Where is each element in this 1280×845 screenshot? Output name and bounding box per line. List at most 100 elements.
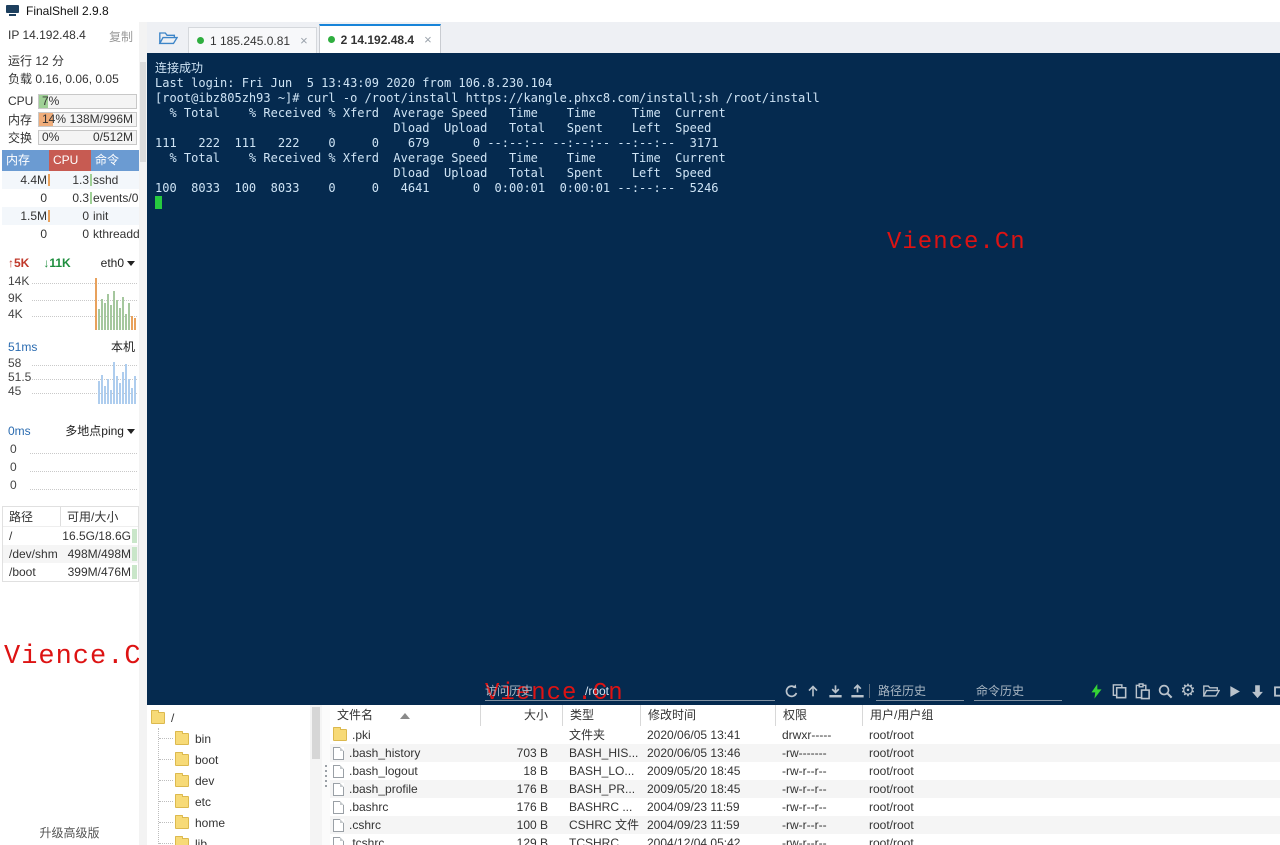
tree-node-bin[interactable]: bin — [159, 728, 310, 749]
file-permissions: -rw-r--r-- — [782, 836, 827, 845]
terminal-line: Dload Upload Total Spent Left Speed — [155, 166, 712, 180]
file-name-cell: .pki — [330, 726, 480, 744]
disk-row[interactable]: / 16.5G/18.6G — [3, 527, 138, 545]
window-icon[interactable] — [1270, 681, 1280, 701]
tree-root-node[interactable]: / — [147, 708, 310, 728]
copy-ip-button[interactable]: 复制 — [109, 28, 133, 45]
file-name: .bashrc — [349, 800, 389, 814]
search-icon[interactable] — [1155, 681, 1175, 701]
file-col-1[interactable]: 大小 — [480, 705, 562, 726]
multi-ping-dropdown[interactable]: 多地点ping — [65, 422, 135, 439]
file-row[interactable]: .cshrc 100 B CSHRC 文件 2004/09/23 11:59 -rw-r… — [330, 816, 1280, 834]
file-size: 129 B — [516, 836, 548, 845]
directory-tree: / bin boot dev etc home lib — [147, 705, 310, 845]
paste-icon[interactable] — [1132, 681, 1152, 701]
tree-node-home[interactable]: home — [159, 812, 310, 833]
session-tab-2[interactable]: 2 14.192.48.4 × — [318, 24, 441, 53]
panel-splitter[interactable] — [322, 705, 330, 845]
tree-node-etc[interactable]: etc — [159, 791, 310, 812]
path-input[interactable]: /root — [559, 682, 775, 701]
upgrade-link[interactable]: 升级高级版 — [0, 824, 139, 841]
ping-bar — [98, 381, 100, 404]
command-history-dropdown[interactable]: 命令历史 — [974, 682, 1062, 701]
file-col-2[interactable]: 类型 — [562, 705, 640, 726]
file-icon — [333, 800, 344, 814]
disk-row[interactable]: /dev/shm 498M/498M — [3, 545, 138, 563]
tree-node-dev[interactable]: dev — [159, 770, 310, 791]
disk-path: /dev/shm — [9, 547, 58, 561]
proc-col-cpu[interactable]: CPU — [49, 150, 91, 171]
file-name-cell: .bash_logout — [330, 762, 480, 780]
disk-path: / — [9, 529, 13, 543]
file-size: 176 B — [516, 782, 548, 796]
traffic-bar — [98, 309, 100, 330]
file-col-3[interactable]: 修改时间 — [640, 705, 775, 726]
traffic-bar — [134, 318, 136, 330]
uptime-text: 运行 12 分 — [8, 54, 65, 68]
sidebar-scrollbar[interactable] — [139, 22, 147, 845]
terminal-area[interactable]: 连接成功 Last login: Fri Jun 5 13:43:09 2020 … — [147, 53, 1280, 707]
connected-dot-icon — [327, 36, 335, 43]
close-tab-icon[interactable]: × — [424, 32, 432, 47]
file-row[interactable]: .bashrc 176 B BASHRC ... 2004/09/23 11:59 -r… — [330, 798, 1280, 816]
ping-bar — [128, 378, 130, 404]
close-tab-icon[interactable]: × — [300, 33, 308, 48]
file-col-4[interactable]: 权限 — [775, 705, 862, 726]
file-row[interactable]: .pki 文件夹 2020/06/05 13:41 drwxr----- root/ro… — [330, 726, 1280, 744]
copy-icon[interactable] — [1109, 681, 1129, 701]
toolbar-separator — [869, 684, 870, 698]
open-connection-button[interactable] — [151, 25, 185, 51]
file-row[interactable]: .tcshrc 129 B TCSHRC ... 2004/12/04 05:42 -r… — [330, 834, 1280, 845]
gauge-detail: 0/512M — [92, 129, 133, 144]
file-row[interactable]: .bash_profile 176 B BASH_PR... 2009/05/20 1… — [330, 780, 1280, 798]
process-row[interactable]: 0 0.3 events/0 — [2, 189, 139, 207]
file-col-0[interactable]: 文件名 — [330, 705, 480, 726]
download-arrow-icon[interactable] — [1247, 681, 1267, 701]
traffic-bars — [95, 276, 136, 330]
session-tab-1[interactable]: 1 185.245.0.81 × — [188, 27, 317, 53]
file-icon — [333, 818, 344, 832]
upload-icon[interactable] — [847, 681, 867, 701]
file-name-cell: .bashrc — [330, 798, 480, 816]
file-col-5[interactable]: 用户/用户组 — [862, 705, 1280, 726]
proc-cmd-value: init — [93, 209, 109, 223]
proc-col-mem[interactable]: 内存 — [2, 150, 49, 171]
process-row[interactable]: 1.5M 0 init — [2, 207, 139, 225]
file-row[interactable]: .bash_history 703 B BASH_HIS... 2020/06/05 … — [330, 744, 1280, 762]
network-section-header: ↑5K ↓11K eth0 — [8, 256, 135, 270]
tree-node-label: bin — [195, 731, 212, 746]
visit-history-dropdown[interactable]: 访问历史 — [485, 682, 559, 701]
run-icon[interactable] — [1224, 681, 1244, 701]
disk-row[interactable]: /boot 399M/476M — [3, 563, 138, 581]
ping-bar — [134, 376, 136, 404]
file-mtime: 2004/09/23 11:59 — [647, 818, 740, 832]
ping-bar — [119, 383, 121, 404]
refresh-icon[interactable] — [781, 681, 801, 701]
gauge-percent: 7% — [42, 93, 60, 108]
tree-scrollbar[interactable] — [310, 705, 322, 845]
ping-latency-chart: 58 51.5 45 — [6, 354, 137, 404]
tree-node-lib[interactable]: lib — [159, 833, 310, 845]
process-row[interactable]: 4.4M 1.3 sshd — [2, 171, 139, 189]
watermark-terminal: Vience.Cn — [887, 229, 1026, 256]
proc-mem-value: 0 — [40, 227, 47, 241]
path-history-dropdown[interactable]: 路径历史 — [876, 682, 964, 701]
proc-col-cmd[interactable]: 命令 — [91, 150, 139, 171]
tree-node-label: home — [195, 815, 226, 830]
folder-open-icon[interactable] — [1201, 681, 1221, 701]
ping-value: 0 — [10, 442, 17, 456]
tree-node-boot[interactable]: boot — [159, 749, 310, 770]
lightning-icon[interactable] — [1086, 681, 1106, 701]
process-table-header: 内存 CPU 命令 — [2, 150, 139, 171]
up-directory-icon[interactable] — [803, 681, 823, 701]
interface-dropdown[interactable]: eth0 — [101, 256, 135, 270]
file-type: BASH_HIS... — [569, 746, 639, 760]
download-rate: ↓11K — [43, 256, 71, 270]
ping-bar — [131, 387, 133, 404]
download-icon[interactable] — [825, 681, 845, 701]
file-row[interactable]: .bash_logout 18 B BASH_LO... 2009/05/20 18:… — [330, 762, 1280, 780]
file-name-cell: .bash_history — [330, 744, 480, 762]
process-row[interactable]: 0 0 kthreadd — [2, 225, 139, 243]
gear-icon[interactable]: ⚙ — [1178, 681, 1198, 701]
disk-usage: 399M/476M — [67, 565, 131, 579]
